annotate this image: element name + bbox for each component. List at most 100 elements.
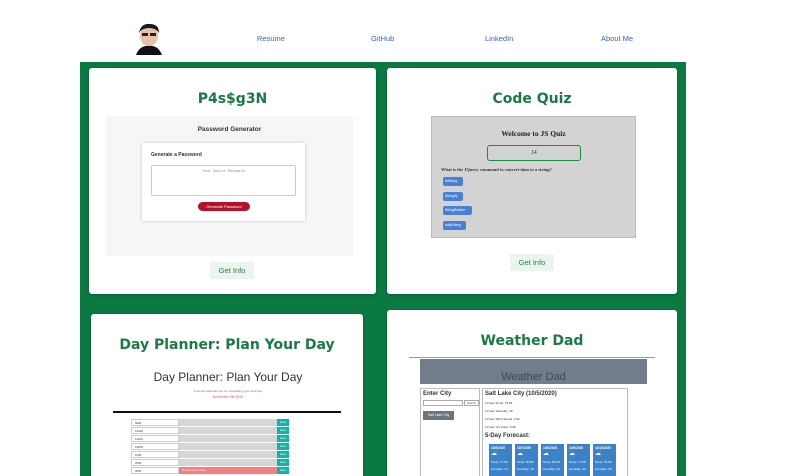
preview-city-title: Salt Lake City (10/5/2020): [485, 391, 557, 397]
preview-hour-row: 10AM save: [131, 427, 291, 434]
nav-about-me-link[interactable]: About Me: [601, 34, 633, 43]
preview-forecast-humidity: Humidity: 25: [595, 467, 612, 471]
preview-placeholder: Your Secure Password: [202, 169, 245, 173]
preview-forecast-title: 5-Day Forecast:: [485, 433, 531, 439]
preview-heading: Welcome to JS Quiz: [501, 129, 566, 138]
preview-form-card: Generate a Password Your Secure Password…: [142, 143, 305, 221]
preview-hour-row: 9AM save: [131, 419, 291, 426]
project-preview-image[interactable]: Password Generator Generate a Password Y…: [106, 116, 353, 256]
preview-generate-button: Generate Password: [198, 202, 250, 211]
preview-heading: Day Planner: Plan Your Day: [153, 370, 303, 384]
project-preview-image[interactable]: Weather Dad Enter City Search Salt Lake …: [417, 359, 648, 476]
cloud-icon: ☁: [491, 451, 497, 457]
cloud-icon: ☁: [595, 451, 601, 457]
preview-hour-label: 10AM: [131, 427, 179, 434]
preview-forecast-temp: Temp: 80.85: [517, 460, 534, 464]
preview-hour-description: [179, 419, 277, 426]
preview-date: November 9th 2020: [212, 395, 244, 399]
preview-forecast-temp: Temp: 80.08: [543, 460, 560, 464]
avatar[interactable]: [132, 21, 166, 55]
preview-hour-row: 12PM save: [131, 443, 291, 450]
cloud-icon: ☁: [517, 451, 523, 457]
preview-hour-description: [179, 427, 277, 434]
preview-stat: Current Humidity: 18: [485, 409, 513, 413]
preview-forecast-card: 10/7/2020 ☁ Temp: 80.85 Humidity: 18: [515, 444, 538, 476]
preview-city-input: [423, 400, 463, 406]
preview-save-button: save: [277, 419, 289, 426]
project-card-day-planner: Day Planner: Plan Your Day Day Planner: …: [91, 314, 363, 476]
preview-save-button: save: [277, 427, 289, 434]
preview-save-button: save: [277, 435, 289, 442]
preview-search-button: Search: [464, 400, 479, 406]
preview-tagline: A simple calendar app for scheduling you…: [193, 389, 263, 393]
project-preview-image[interactable]: Day Planner: Plan Your Day A simple cale…: [113, 366, 343, 476]
preview-stat: Current UV Index: 5.96: [485, 425, 516, 429]
navbar: Resume GitHub LinkedIn About Me: [0, 0, 800, 62]
project-title: Day Planner: Plan Your Day: [119, 337, 335, 353]
preview-answer: sdfyString: [443, 221, 466, 230]
preview-hour-label: 9AM: [131, 419, 179, 426]
project-preview-image[interactable]: Welcome to JS Quiz 14 What is the JQuery…: [431, 116, 636, 238]
project-title: Weather Dad: [480, 333, 584, 349]
preview-answer: StringBuilder: [443, 206, 472, 215]
preview-hour-row: 1PM save: [131, 451, 291, 458]
preview-hour-label: 2PM: [131, 459, 179, 466]
preview-password-field: Your Secure Password: [151, 165, 296, 196]
preview-forecast-temp: Temp: 76.95: [595, 460, 612, 464]
preview-timer: 14: [487, 145, 581, 161]
preview-hour-label: 3PM: [131, 467, 179, 474]
preview-hour-description: [179, 443, 277, 450]
preview-forecast-temp: Temp: 77.58: [569, 460, 586, 464]
project-card-code-quiz: Code Quiz Welcome to JS Quiz 14 What is …: [387, 68, 677, 294]
preview-forecast-card: 10/9/2020 ☁ Temp: 77.58 Humidity: 22: [567, 444, 590, 476]
project-title: P4s$g3N: [197, 91, 268, 107]
preview-hour-label: 11AM: [131, 435, 179, 442]
preview-hour-label: 1PM: [131, 451, 179, 458]
preview-top-border: [409, 357, 655, 358]
preview-forecast-humidity: Humidity: 22: [569, 467, 586, 471]
preview-hour-description: [179, 459, 277, 466]
get-info-button[interactable]: Get Info: [210, 262, 254, 279]
preview-hour-description: [179, 435, 277, 442]
preview-heading: Password Generator: [197, 126, 262, 133]
preview-forecast-temp: Temp: 77.95: [491, 460, 508, 464]
project-title: Code Quiz: [492, 91, 572, 107]
preview-banner-text: Weather Dad: [501, 371, 566, 383]
preview-forecast-card: 10/6/2020 ☁ Temp: 77.95 Humidity: 24: [489, 444, 512, 476]
preview-save-button: save: [277, 451, 289, 458]
preview-save-button: save: [277, 459, 289, 466]
project-card-password-generator: P4s$g3N Password Generator Generate a Pa…: [89, 68, 376, 294]
preview-answer: Stringify: [443, 192, 463, 201]
preview-hour-description: [179, 451, 277, 458]
preview-banner: Weather Dad: [420, 359, 647, 384]
cloud-icon: ☁: [543, 451, 549, 457]
preview-weather-panel: Salt Lake City (10/5/2020) Current Temp:…: [482, 388, 628, 476]
preview-sidebar: Enter City Search Salt Lake City: [420, 388, 480, 476]
preview-hour-label: 12PM: [131, 443, 179, 450]
preview-forecast-humidity: Humidity: 20: [543, 467, 560, 471]
nav-resume-link[interactable]: Resume: [257, 34, 285, 43]
preview-forecast-card: 10/8/2020 ☁ Temp: 80.08 Humidity: 20: [541, 444, 564, 476]
preview-forecast-humidity: Humidity: 18: [517, 467, 534, 471]
preview-question: What is the JQuery command to convert da…: [441, 167, 552, 172]
preview-stat: Current Wind Speed: 2.82: [485, 417, 520, 421]
preview-answer: toString: [443, 177, 463, 186]
preview-subheading: Generate a Password: [151, 152, 202, 158]
preview-hour-row: 2PM save: [131, 459, 291, 466]
preview-save-button: save: [277, 467, 289, 474]
preview-stat: Current Temp: 79.83: [485, 401, 513, 405]
nav-linkedin-link[interactable]: LinkedIn: [485, 34, 513, 43]
preview-hour-row: 3PM Do the work thing save: [131, 467, 291, 474]
preview-divider: [113, 411, 341, 413]
preview-save-button: save: [277, 443, 289, 450]
cloud-icon: ☁: [569, 451, 575, 457]
project-card-weather-dad: Weather Dad Weather Dad Enter City Searc…: [387, 310, 677, 476]
preview-forecast-card: 10/10/2020 ☁ Temp: 76.95 Humidity: 25: [593, 444, 616, 476]
preview-forecast-humidity: Humidity: 24: [491, 467, 508, 471]
preview-history-item: Salt Lake City: [423, 411, 454, 420]
nav-github-link[interactable]: GitHub: [371, 34, 394, 43]
preview-sidebar-title: Enter City: [423, 391, 452, 397]
get-info-button[interactable]: Get Info: [510, 254, 554, 271]
preview-hour-description: Do the work thing: [179, 467, 277, 474]
projects-section: P4s$g3N Password Generator Generate a Pa…: [80, 62, 686, 476]
